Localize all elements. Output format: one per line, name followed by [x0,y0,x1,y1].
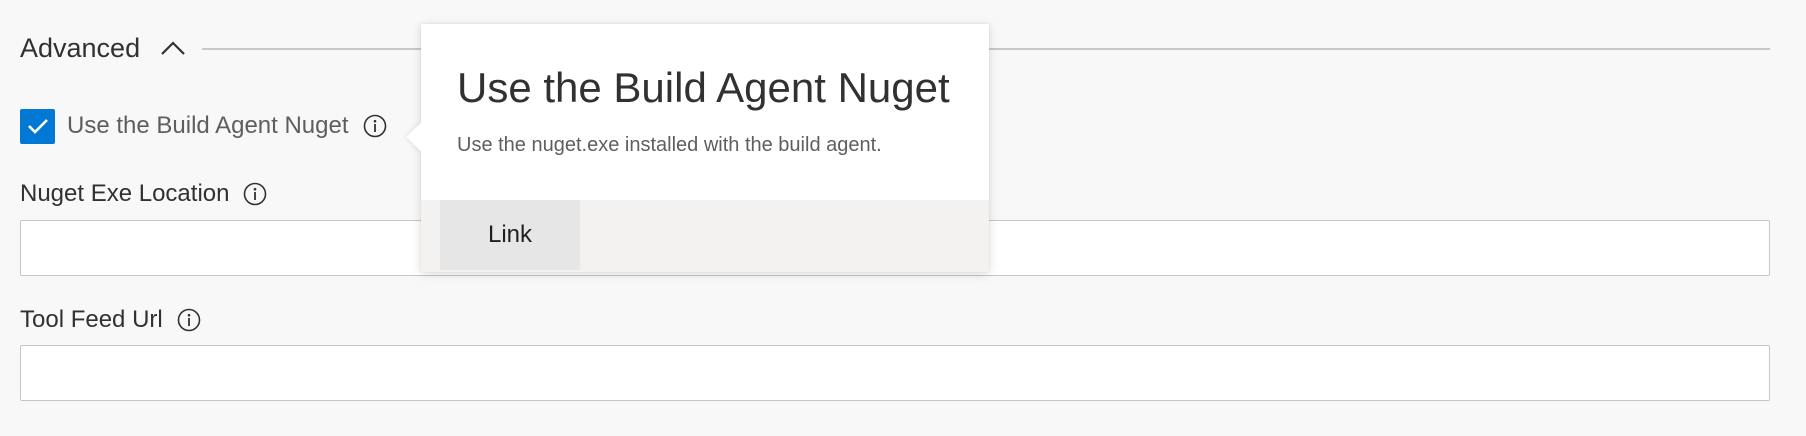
callout-title: Use the Build Agent Nuget [457,64,950,111]
callout-description: Use the nuget.exe installed with the bui… [457,134,882,156]
info-icon[interactable] [177,308,201,332]
callout-link-button[interactable]: Link [440,200,580,270]
checkmark-icon [27,119,48,134]
info-icon[interactable] [363,114,387,138]
nuget-exe-location-label: Nuget Exe Location [20,180,230,207]
use-build-agent-nuget-label: Use the Build Agent Nuget [67,112,349,139]
tool-feed-url-label: Tool Feed Url [20,306,163,333]
info-icon[interactable] [243,182,267,206]
chevron-up-icon[interactable] [160,35,186,61]
callout-body: Use the Build Agent Nuget Use the nuget.… [421,24,989,200]
nuget-exe-location-label-row: Nuget Exe Location [20,180,267,208]
tool-feed-url-input[interactable] [20,345,1770,401]
info-callout: Use the Build Agent Nuget Use the nuget.… [406,24,989,272]
advanced-section-title: Advanced [20,32,141,63]
callout-footer: Link [421,200,989,272]
page: Advanced Use the Build Agent Nuget Nuget… [0,0,1806,436]
tool-feed-url-label-row: Tool Feed Url [20,306,201,334]
use-build-agent-nuget-row: Use the Build Agent Nuget [20,108,387,144]
use-build-agent-nuget-checkbox[interactable] [20,108,55,144]
